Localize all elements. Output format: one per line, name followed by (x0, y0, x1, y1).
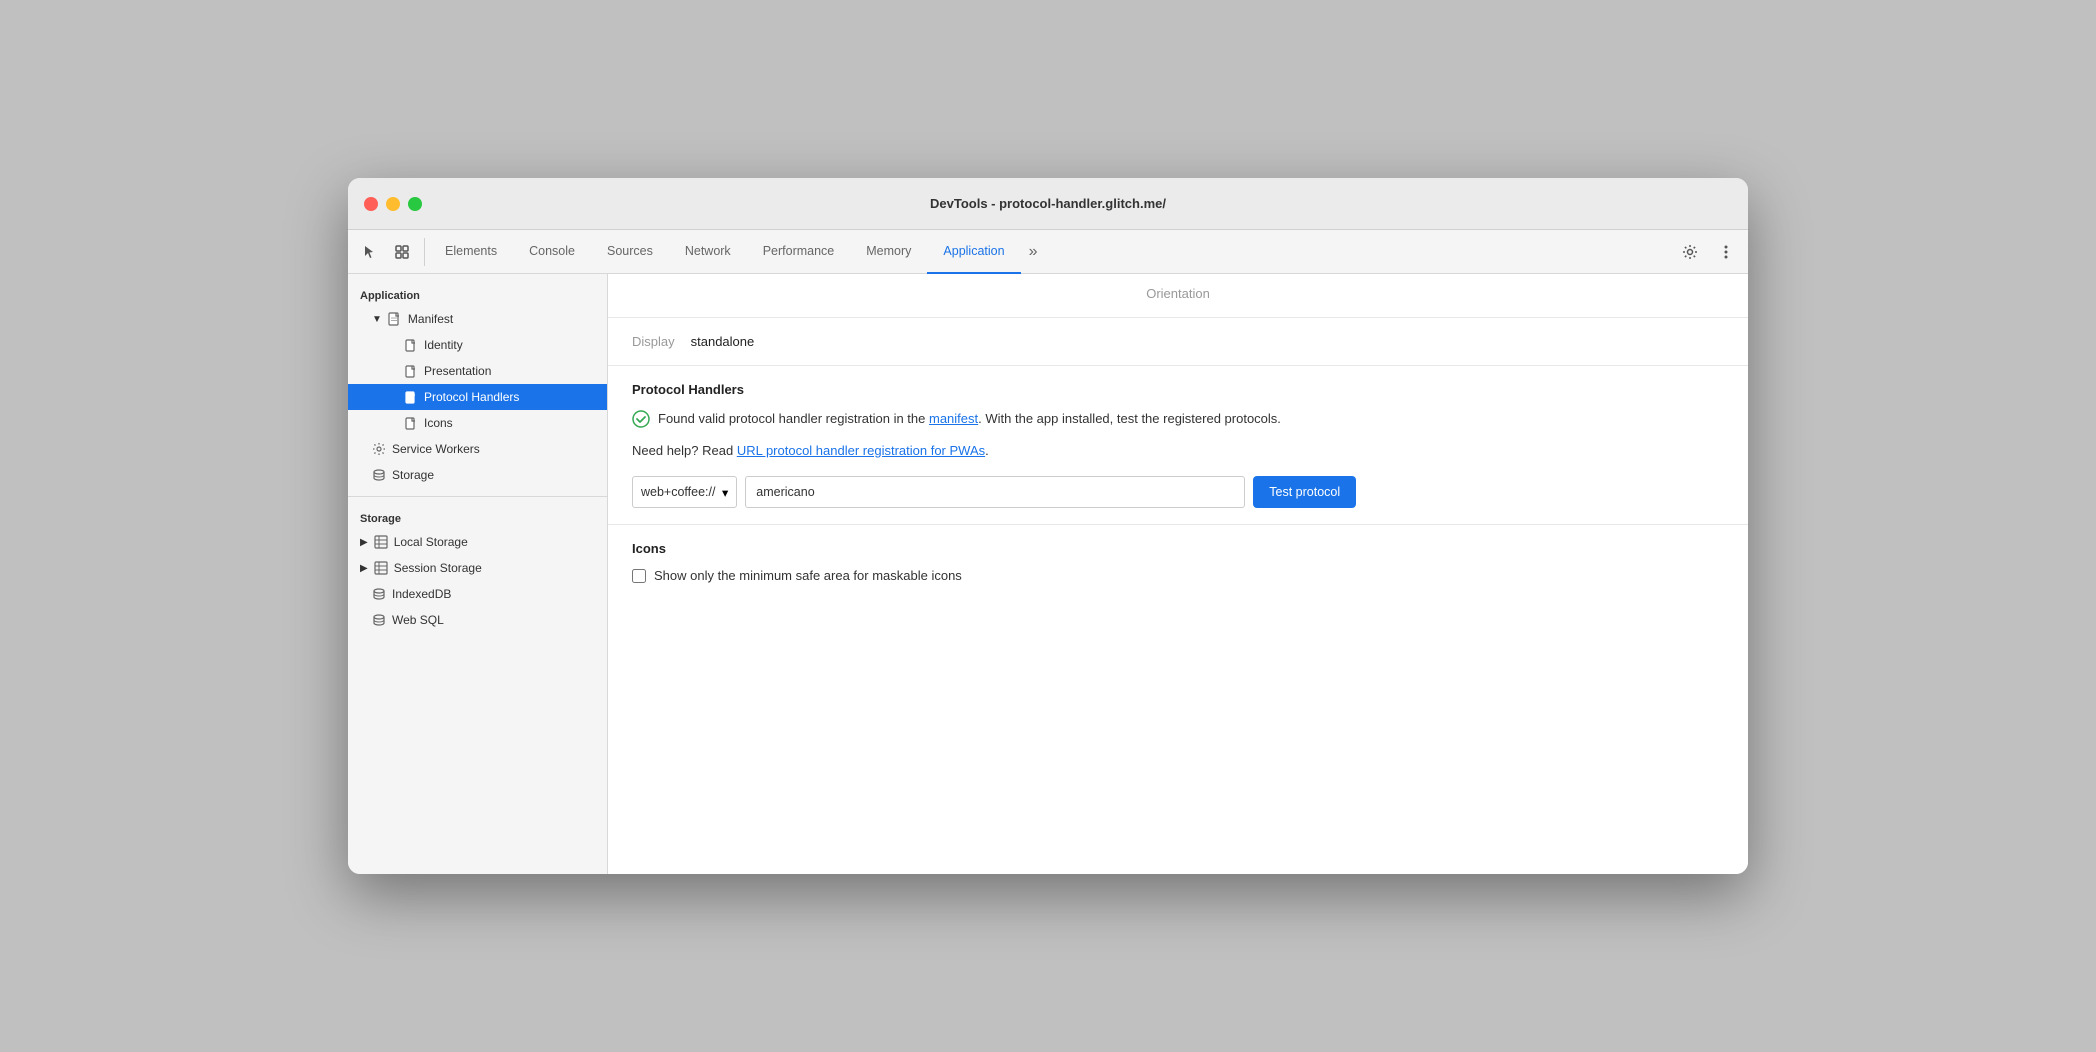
icons-section-title: Icons (632, 541, 1724, 556)
devtools-window: DevTools - protocol-handler.glitch.me/ E (348, 178, 1748, 874)
more-options-icon[interactable] (1712, 238, 1740, 266)
display-value: standalone (691, 334, 755, 349)
help-period: . (985, 443, 989, 458)
protocol-handlers-label: Protocol Handlers (424, 390, 519, 404)
sidebar-item-local-storage[interactable]: ▶ Local Storage (348, 529, 607, 555)
help-text-before: Need help? Read (632, 443, 737, 458)
help-row: Need help? Read URL protocol handler reg… (632, 441, 1724, 461)
sidebar-storage-title: Storage (348, 505, 607, 529)
sidebar-item-presentation[interactable]: Presentation (348, 358, 607, 384)
cursor-icon[interactable] (356, 238, 384, 266)
close-button[interactable] (364, 197, 378, 211)
indexeddb-db-icon (372, 587, 386, 601)
protocol-select-input[interactable]: web+coffee:// (641, 485, 716, 499)
sidebar-item-session-storage[interactable]: ▶ Session Storage (348, 555, 607, 581)
toolbar-right (1676, 238, 1740, 266)
local-storage-grid-icon (374, 535, 388, 549)
sidebar-item-storage[interactable]: Storage (348, 462, 607, 488)
presentation-file-icon (404, 364, 418, 378)
minimize-button[interactable] (386, 197, 400, 211)
success-check-icon (632, 410, 650, 428)
session-storage-grid-icon (374, 561, 388, 575)
storage-label: Storage (392, 468, 434, 482)
main-content: Orientation Display standalone Protocol … (608, 274, 1748, 874)
identity-file-icon (404, 338, 418, 352)
success-message: Found valid protocol handler registratio… (632, 409, 1724, 429)
tab-performance[interactable]: Performance (747, 230, 851, 274)
storage-db-icon (372, 468, 386, 482)
icons-file-icon (404, 416, 418, 430)
maximize-button[interactable] (408, 197, 422, 211)
protocol-selector[interactable]: web+coffee:// ▾ (632, 476, 737, 508)
local-storage-label: Local Storage (394, 535, 468, 549)
protocol-row: web+coffee:// ▾ Test protocol (632, 476, 1724, 508)
success-text: Found valid protocol handler registratio… (658, 409, 1281, 429)
tabs: Elements Console Sources Network Perform… (429, 230, 1676, 274)
manifest-link[interactable]: manifest (929, 411, 978, 426)
icons-section: Icons Show only the minimum safe area fo… (608, 525, 1748, 599)
sidebar-item-icons[interactable]: Icons (348, 410, 607, 436)
sidebar-item-indexeddb[interactable]: IndexedDB (348, 581, 607, 607)
sidebar-item-manifest[interactable]: ▼ Manifest (348, 306, 607, 332)
identity-label: Identity (424, 338, 463, 352)
protocol-input[interactable] (745, 476, 1245, 508)
service-workers-gear-icon (372, 442, 386, 456)
websql-db-icon (372, 613, 386, 627)
sidebar: Application ▼ Manifest (348, 274, 608, 874)
websql-label: Web SQL (392, 613, 444, 627)
success-text-before: Found valid protocol handler registratio… (658, 411, 929, 426)
devtools-body: Application ▼ Manifest (348, 274, 1748, 874)
tab-console[interactable]: Console (513, 230, 591, 274)
tab-memory[interactable]: Memory (850, 230, 927, 274)
session-storage-label: Session Storage (394, 561, 482, 575)
sidebar-item-service-workers[interactable]: Service Workers (348, 436, 607, 462)
session-storage-chevron-icon: ▶ (360, 563, 368, 574)
tab-application[interactable]: Application (927, 230, 1020, 274)
manifest-chevron-icon: ▼ (372, 314, 382, 325)
protocol-handlers-title: Protocol Handlers (632, 382, 1724, 397)
settings-icon[interactable] (1676, 238, 1704, 266)
sidebar-item-protocol-handlers[interactable]: Protocol Handlers (348, 384, 607, 410)
display-section: Display standalone (608, 318, 1748, 366)
maskable-icons-label: Show only the minimum safe area for mask… (654, 568, 962, 583)
manifest-file-icon (388, 312, 402, 326)
icons-label: Icons (424, 416, 453, 430)
sidebar-app-title: Application (348, 282, 607, 306)
maskable-icons-row: Show only the minimum safe area for mask… (632, 568, 1724, 583)
select-chevron-icon: ▾ (722, 485, 728, 500)
protocol-handlers-file-icon (404, 390, 418, 404)
pwa-link[interactable]: URL protocol handler registration for PW… (737, 443, 985, 458)
tab-sources[interactable]: Sources (591, 230, 669, 274)
more-tabs-button[interactable]: » (1021, 230, 1046, 274)
manifest-label: Manifest (408, 312, 453, 326)
display-label: Display (632, 334, 675, 349)
sidebar-item-websql[interactable]: Web SQL (348, 607, 607, 633)
traffic-lights (364, 197, 422, 211)
sidebar-item-identity[interactable]: Identity (348, 332, 607, 358)
indexeddb-label: IndexedDB (392, 587, 451, 601)
local-storage-chevron-icon: ▶ (360, 537, 368, 548)
maskable-icons-checkbox[interactable] (632, 569, 646, 583)
window-title: DevTools - protocol-handler.glitch.me/ (930, 196, 1166, 211)
inspect-icon[interactable] (388, 238, 416, 266)
titlebar: DevTools - protocol-handler.glitch.me/ (348, 178, 1748, 230)
presentation-label: Presentation (424, 364, 491, 378)
toolbar: Elements Console Sources Network Perform… (348, 230, 1748, 274)
protocol-handlers-section: Protocol Handlers Found valid protocol h… (608, 366, 1748, 525)
service-workers-label: Service Workers (392, 442, 480, 456)
orientation-section: Orientation (608, 274, 1748, 318)
test-protocol-button[interactable]: Test protocol (1253, 476, 1356, 508)
success-text-after: . With the app installed, test the regis… (978, 411, 1281, 426)
tab-network[interactable]: Network (669, 230, 747, 274)
sidebar-divider (348, 496, 607, 497)
toolbar-icons (356, 238, 425, 266)
tab-elements[interactable]: Elements (429, 230, 513, 274)
orientation-label: Orientation (1146, 286, 1210, 301)
